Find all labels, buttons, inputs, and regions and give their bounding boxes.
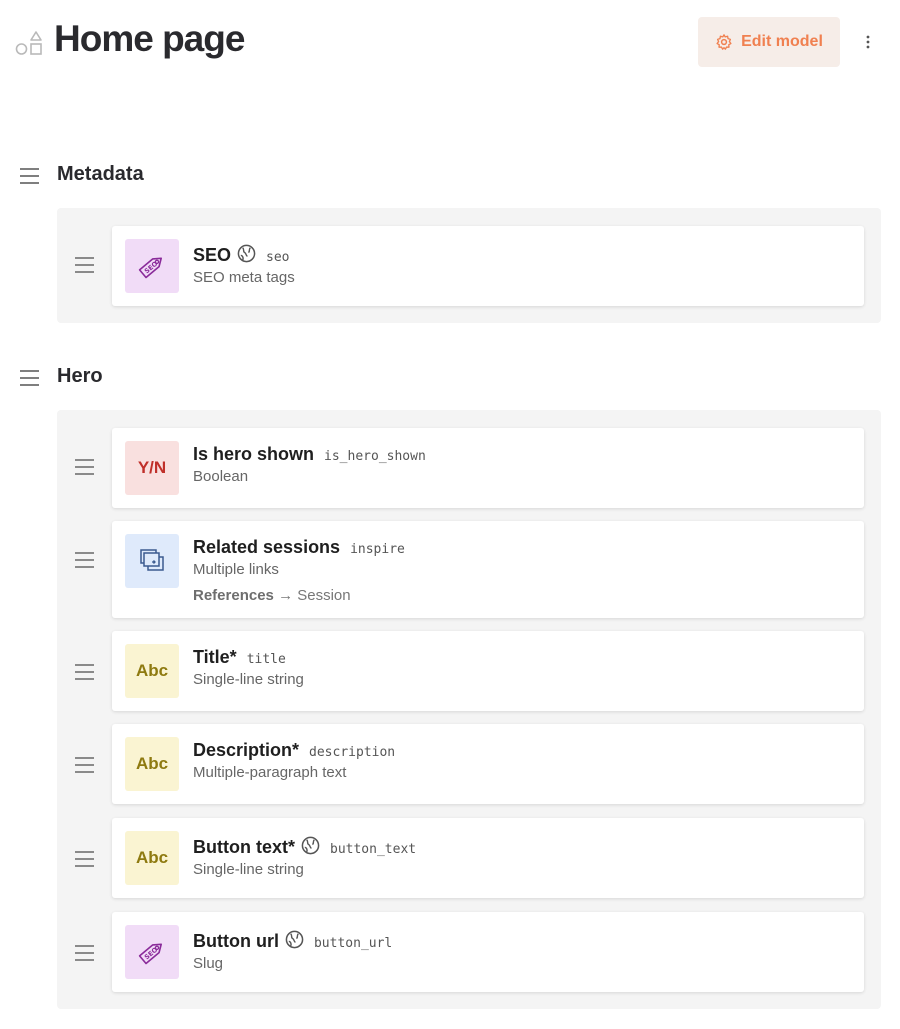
field-card-seo[interactable]: SEO SEO seo SEO meta tags <box>112 226 864 306</box>
field-card-description[interactable]: Abc Description* description Multiple-pa… <box>112 724 864 804</box>
field-name: SEO <box>193 245 232 265</box>
group-title: Hero <box>57 365 103 387</box>
string-icon: Abc <box>125 644 179 698</box>
globe-icon <box>285 930 304 949</box>
drag-handle-icon[interactable] <box>74 458 95 476</box>
page-header: Home page Edit model <box>0 0 900 90</box>
field-api-key: button_url <box>313 936 393 951</box>
field-card-title[interactable]: Abc Title* title Single-line string <box>112 631 864 711</box>
field-name: Title* <box>193 647 237 667</box>
field-name: Button text* <box>193 837 295 857</box>
references-target: → Session <box>278 587 351 604</box>
field-card-button-url[interactable]: SEO Button url button_url Slug <box>112 912 864 992</box>
slug-icon: SEO <box>125 925 179 979</box>
drag-handle-icon[interactable] <box>74 256 95 274</box>
field-card-button-text[interactable]: Abc Button text* button_text Single-line… <box>112 818 864 898</box>
drag-handle-icon[interactable] <box>19 167 40 185</box>
text-icon: Abc <box>125 737 179 791</box>
field-name: Is hero shown <box>193 444 315 464</box>
field-name: Button url <box>193 931 279 951</box>
field-api-key: is_hero_shown <box>324 449 426 464</box>
group-metadata-header: Metadata <box>0 161 900 191</box>
string-icon: Abc <box>125 831 179 885</box>
more-options-button[interactable] <box>856 30 880 54</box>
drag-handle-icon[interactable] <box>19 369 40 387</box>
field-card-is-hero-shown[interactable]: Y/N Is hero shown is_hero_shown Boolean <box>112 428 864 508</box>
field-type: SEO meta tags <box>193 269 295 286</box>
field-api-key: inspire <box>350 542 405 557</box>
drag-handle-icon[interactable] <box>74 944 95 962</box>
field-type: Single-line string <box>193 671 304 688</box>
group-hero-fields: Y/N Is hero shown is_hero_shown Boolean <box>57 410 881 1009</box>
seo-tag-icon: SEO <box>125 239 179 293</box>
globe-icon <box>237 244 256 263</box>
drag-handle-icon[interactable] <box>74 551 95 569</box>
edit-model-button[interactable]: Edit model <box>698 17 840 67</box>
gear-icon <box>715 33 733 51</box>
field-name: Related sessions <box>193 537 341 557</box>
globe-icon <box>301 836 320 855</box>
field-type: Multiple-paragraph text <box>193 764 347 781</box>
boolean-icon: Y/N <box>125 441 179 495</box>
drag-handle-icon[interactable] <box>74 756 95 774</box>
field-api-key: button_text <box>330 842 417 857</box>
field-api-key: seo <box>266 250 290 265</box>
field-name: Description* <box>193 740 300 760</box>
references-label: References <box>193 587 274 604</box>
field-references: References → Session <box>193 587 405 604</box>
drag-handle-icon[interactable] <box>74 850 95 868</box>
field-type: Boolean <box>193 468 249 485</box>
field-card-related-sessions[interactable]: Related sessions inspire Multiple links … <box>112 521 864 618</box>
edit-model-label: Edit model <box>741 33 823 50</box>
model-shapes-icon <box>15 28 45 56</box>
field-api-key: description <box>309 745 396 760</box>
field-type: Single-line string <box>193 861 304 878</box>
field-type: Multiple links <box>193 561 279 578</box>
field-type: Slug <box>193 955 224 972</box>
page-title: Home page <box>54 18 245 59</box>
drag-handle-icon[interactable] <box>74 663 95 681</box>
group-title: Metadata <box>57 163 144 185</box>
vertical-dots-icon <box>866 35 870 49</box>
group-hero-header: Hero <box>0 363 900 393</box>
field-api-key: title <box>246 652 286 667</box>
links-icon <box>125 534 179 588</box>
group-metadata-fields: SEO SEO seo SEO meta tags <box>57 208 881 323</box>
